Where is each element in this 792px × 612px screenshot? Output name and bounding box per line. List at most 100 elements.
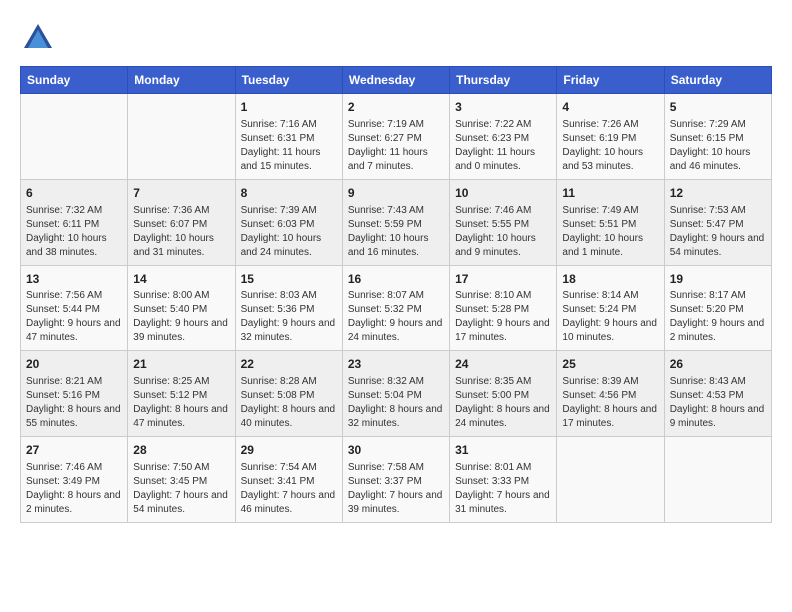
day-content: Sunrise: 7:43 AM Sunset: 5:59 PM Dayligh…: [348, 204, 444, 260]
day-number: 6: [26, 185, 122, 202]
weekday-header: Wednesday: [342, 67, 449, 94]
calendar-cell: 22 Sunrise: 8:28 AM Sunset: 5:08 PM Dayli…: [235, 351, 342, 437]
day-content: Sunrise: 7:29 AM Sunset: 6:15 PM Dayligh…: [670, 118, 766, 174]
day-content: Sunrise: 8:14 AM Sunset: 5:24 PM Dayligh…: [562, 289, 658, 345]
calendar-week-row: 13Sunrise: 7:56 AM Sunset: 5:44 PM Dayli…: [21, 265, 772, 351]
calendar-cell: [557, 437, 664, 523]
calendar-cell: 4 Sunrise: 7:26 AM Sunset: 6:19 PM Daylig…: [557, 94, 664, 180]
logo: [20, 20, 60, 56]
day-content: Sunrise: 7:32 AM Sunset: 6:11 PM Dayligh…: [26, 204, 122, 260]
day-number: 18: [562, 271, 658, 288]
day-content: Sunrise: 8:21 AM Sunset: 5:16 PM Dayligh…: [26, 375, 122, 431]
calendar-cell: 5 Sunrise: 7:29 AM Sunset: 6:15 PM Daylig…: [664, 94, 771, 180]
day-number: 12: [670, 185, 766, 202]
calendar-cell: 14Sunrise: 8:00 AM Sunset: 5:40 PM Dayli…: [128, 265, 235, 351]
day-number: 9: [348, 185, 444, 202]
day-number: 24: [455, 356, 551, 373]
calendar-cell: 10 Sunrise: 7:46 AM Sunset: 5:55 PM Dayli…: [450, 179, 557, 265]
day-content: Sunrise: 8:25 AM Sunset: 5:12 PM Dayligh…: [133, 375, 229, 431]
calendar-header-row: SundayMondayTuesdayWednesdayThursdayFrid…: [21, 67, 772, 94]
day-number: 17: [455, 271, 551, 288]
day-content: Sunrise: 8:43 AM Sunset: 4:53 PM Dayligh…: [670, 375, 766, 431]
day-content: Sunrise: 8:10 AM Sunset: 5:28 PM Dayligh…: [455, 289, 551, 345]
day-number: 13: [26, 271, 122, 288]
day-content: Sunrise: 7:49 AM Sunset: 5:51 PM Dayligh…: [562, 204, 658, 260]
day-number: 31: [455, 442, 551, 459]
calendar-cell: 21 Sunrise: 8:25 AM Sunset: 5:12 PM Dayli…: [128, 351, 235, 437]
calendar-cell: 26Sunrise: 8:43 AM Sunset: 4:53 PM Dayli…: [664, 351, 771, 437]
logo-icon: [20, 20, 56, 56]
day-content: Sunrise: 8:28 AM Sunset: 5:08 PM Dayligh…: [241, 375, 337, 431]
calendar-cell: [664, 437, 771, 523]
day-number: 28: [133, 442, 229, 459]
calendar-cell: 3Sunrise: 7:22 AM Sunset: 6:23 PM Daylig…: [450, 94, 557, 180]
day-content: Sunrise: 8:32 AM Sunset: 5:04 PM Dayligh…: [348, 375, 444, 431]
day-number: 4: [562, 99, 658, 116]
day-content: Sunrise: 7:53 AM Sunset: 5:47 PM Dayligh…: [670, 204, 766, 260]
day-content: Sunrise: 7:19 AM Sunset: 6:27 PM Dayligh…: [348, 118, 444, 174]
calendar-cell: 30 Sunrise: 7:58 AM Sunset: 3:37 PM Dayli…: [342, 437, 449, 523]
calendar-cell: 27Sunrise: 7:46 AM Sunset: 3:49 PM Dayli…: [21, 437, 128, 523]
calendar-cell: 25Sunrise: 8:39 AM Sunset: 4:56 PM Dayli…: [557, 351, 664, 437]
calendar-table: SundayMondayTuesdayWednesdayThursdayFrid…: [20, 66, 772, 523]
day-content: Sunrise: 8:01 AM Sunset: 3:33 PM Dayligh…: [455, 461, 551, 517]
day-content: Sunrise: 7:26 AM Sunset: 6:19 PM Dayligh…: [562, 118, 658, 174]
day-number: 8: [241, 185, 337, 202]
day-content: Sunrise: 8:17 AM Sunset: 5:20 PM Dayligh…: [670, 289, 766, 345]
weekday-header: Monday: [128, 67, 235, 94]
day-number: 25: [562, 356, 658, 373]
calendar-cell: [128, 94, 235, 180]
day-content: Sunrise: 7:46 AM Sunset: 5:55 PM Dayligh…: [455, 204, 551, 260]
calendar-cell: 11 Sunrise: 7:49 AM Sunset: 5:51 PM Dayli…: [557, 179, 664, 265]
calendar-week-row: 1 Sunrise: 7:16 AM Sunset: 6:31 PM Daylig…: [21, 94, 772, 180]
calendar-cell: 28 Sunrise: 7:50 AM Sunset: 3:45 PM Dayli…: [128, 437, 235, 523]
day-content: Sunrise: 7:36 AM Sunset: 6:07 PM Dayligh…: [133, 204, 229, 260]
calendar-cell: [21, 94, 128, 180]
calendar-cell: 7 Sunrise: 7:36 AM Sunset: 6:07 PM Daylig…: [128, 179, 235, 265]
day-number: 11: [562, 185, 658, 202]
day-number: 23: [348, 356, 444, 373]
day-number: 15: [241, 271, 337, 288]
calendar-cell: 31 Sunrise: 8:01 AM Sunset: 3:33 PM Dayli…: [450, 437, 557, 523]
calendar-cell: 12 Sunrise: 7:53 AM Sunset: 5:47 PM Dayli…: [664, 179, 771, 265]
weekday-header: Thursday: [450, 67, 557, 94]
day-number: 14: [133, 271, 229, 288]
calendar-cell: 16Sunrise: 8:07 AM Sunset: 5:32 PM Dayli…: [342, 265, 449, 351]
day-number: 20: [26, 356, 122, 373]
day-content: Sunrise: 7:58 AM Sunset: 3:37 PM Dayligh…: [348, 461, 444, 517]
day-number: 2: [348, 99, 444, 116]
calendar-cell: 15Sunrise: 8:03 AM Sunset: 5:36 PM Dayli…: [235, 265, 342, 351]
calendar-cell: 2 Sunrise: 7:19 AM Sunset: 6:27 PM Daylig…: [342, 94, 449, 180]
page-header: [20, 20, 772, 56]
day-content: Sunrise: 8:35 AM Sunset: 5:00 PM Dayligh…: [455, 375, 551, 431]
calendar-cell: 17Sunrise: 8:10 AM Sunset: 5:28 PM Dayli…: [450, 265, 557, 351]
calendar-cell: 1 Sunrise: 7:16 AM Sunset: 6:31 PM Daylig…: [235, 94, 342, 180]
calendar-cell: 19Sunrise: 8:17 AM Sunset: 5:20 PM Dayli…: [664, 265, 771, 351]
day-content: Sunrise: 7:54 AM Sunset: 3:41 PM Dayligh…: [241, 461, 337, 517]
weekday-header: Friday: [557, 67, 664, 94]
calendar-week-row: 6 Sunrise: 7:32 AM Sunset: 6:11 PM Daylig…: [21, 179, 772, 265]
day-number: 27: [26, 442, 122, 459]
calendar-cell: 29Sunrise: 7:54 AM Sunset: 3:41 PM Dayli…: [235, 437, 342, 523]
day-content: Sunrise: 8:03 AM Sunset: 5:36 PM Dayligh…: [241, 289, 337, 345]
day-number: 5: [670, 99, 766, 116]
day-number: 3: [455, 99, 551, 116]
calendar-cell: 23 Sunrise: 8:32 AM Sunset: 5:04 PM Dayli…: [342, 351, 449, 437]
day-content: Sunrise: 8:07 AM Sunset: 5:32 PM Dayligh…: [348, 289, 444, 345]
day-content: Sunrise: 7:56 AM Sunset: 5:44 PM Dayligh…: [26, 289, 122, 345]
calendar-cell: 18Sunrise: 8:14 AM Sunset: 5:24 PM Dayli…: [557, 265, 664, 351]
day-number: 1: [241, 99, 337, 116]
calendar-cell: 6 Sunrise: 7:32 AM Sunset: 6:11 PM Daylig…: [21, 179, 128, 265]
calendar-cell: 13Sunrise: 7:56 AM Sunset: 5:44 PM Dayli…: [21, 265, 128, 351]
day-number: 30: [348, 442, 444, 459]
day-content: Sunrise: 7:50 AM Sunset: 3:45 PM Dayligh…: [133, 461, 229, 517]
day-number: 21: [133, 356, 229, 373]
weekday-header: Tuesday: [235, 67, 342, 94]
day-number: 10: [455, 185, 551, 202]
weekday-header: Sunday: [21, 67, 128, 94]
calendar-cell: 24 Sunrise: 8:35 AM Sunset: 5:00 PM Dayli…: [450, 351, 557, 437]
day-number: 7: [133, 185, 229, 202]
day-number: 22: [241, 356, 337, 373]
calendar-cell: 8Sunrise: 7:39 AM Sunset: 6:03 PM Daylig…: [235, 179, 342, 265]
day-content: Sunrise: 7:16 AM Sunset: 6:31 PM Dayligh…: [241, 118, 337, 174]
